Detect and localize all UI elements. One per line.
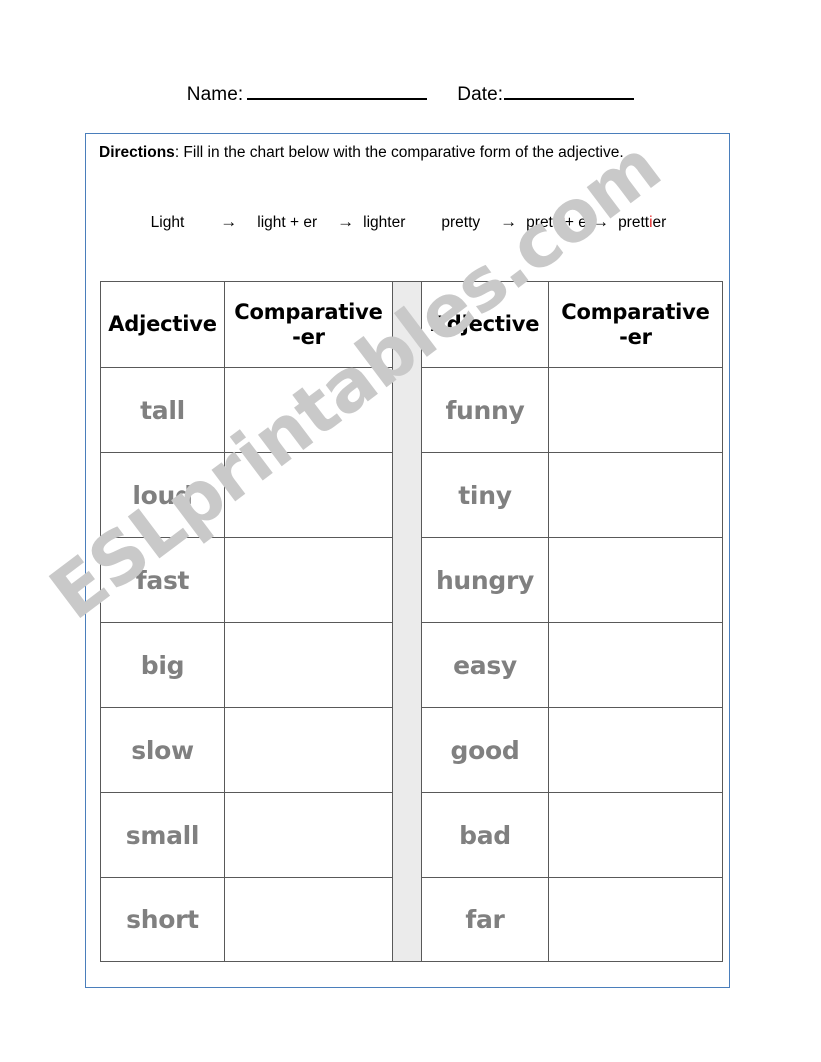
adjective-word: fast xyxy=(135,565,190,595)
adjective-word: bad xyxy=(459,820,511,850)
header-label-comparative: Comparative -er xyxy=(234,300,383,349)
table-row: tiny xyxy=(421,452,723,537)
table-row: small xyxy=(100,792,393,877)
adjective-cell-short: short xyxy=(100,877,224,962)
example2-result-stem: prett xyxy=(618,214,650,231)
adjective-word: small xyxy=(125,820,200,850)
header-cell-comparative-right: Comparative -er xyxy=(548,281,723,367)
chart-left-half: Adjective Comparative -er tall loud fast… xyxy=(100,281,393,962)
date-label: Date: xyxy=(457,84,504,105)
adjective-word: slow xyxy=(131,735,194,765)
adjective-cell-slow: slow xyxy=(100,707,224,792)
answer-cell-funny[interactable] xyxy=(548,367,723,452)
header-cell-comparative-left: Comparative -er xyxy=(224,281,393,367)
example2-middle-suffix: + er xyxy=(564,214,593,231)
adjective-cell-tiny: tiny xyxy=(421,452,548,537)
table-row: funny xyxy=(421,367,723,452)
adjective-cell-small: small xyxy=(100,792,224,877)
adjective-word: funny xyxy=(445,395,525,425)
adjective-cell-funny: funny xyxy=(421,367,548,452)
answer-cell-hungry[interactable] xyxy=(548,537,723,622)
answer-cell-big[interactable] xyxy=(224,622,393,707)
answer-cell-slow[interactable] xyxy=(224,707,393,792)
adjective-word: loud xyxy=(132,480,193,510)
arrow-right-icon: → xyxy=(337,212,355,231)
example2-word: pretty xyxy=(441,214,481,231)
table-row: far xyxy=(421,877,723,962)
adjective-cell-bad: bad xyxy=(421,792,548,877)
arrow-right-icon: → xyxy=(592,212,610,231)
answer-cell-tall[interactable] xyxy=(224,367,393,452)
example1-result: lighter xyxy=(363,214,406,231)
answer-cell-easy[interactable] xyxy=(548,622,723,707)
arrow-right-icon: → xyxy=(220,212,238,231)
date-write-line[interactable] xyxy=(504,84,635,100)
header-comparative-line1: Comparative xyxy=(234,300,383,325)
table-row: loud xyxy=(100,452,393,537)
header-comparative-line2: -er xyxy=(292,324,325,349)
adjective-cell-loud: loud xyxy=(100,452,224,537)
table-row: slow xyxy=(100,707,393,792)
example1-middle: light + er xyxy=(257,214,318,231)
table-row: bad xyxy=(421,792,723,877)
adjective-word: far xyxy=(465,905,505,934)
name-label: Name: xyxy=(186,84,244,105)
table-row: hungry xyxy=(421,537,723,622)
example2-middle-stem: prett xyxy=(526,214,558,231)
directions-bold-label: Directions xyxy=(99,144,175,161)
example1-word: Light xyxy=(150,214,185,231)
adjective-cell-easy: easy xyxy=(421,622,548,707)
answer-cell-bad[interactable] xyxy=(548,792,723,877)
header-cell-adjective-right: Adjective xyxy=(421,281,548,367)
header-label-adjective: Adjective xyxy=(430,312,540,337)
example2-middle-highlight: y xyxy=(557,214,565,231)
worksheet-page: Name: Date: Directions: Fill in the char… xyxy=(0,0,821,1062)
worksheet-panel: Directions: Fill in the chart below with… xyxy=(85,133,730,988)
name-date-row: Name: Date: xyxy=(0,84,821,106)
header-comparative-line2: -er xyxy=(619,324,652,349)
directions-line: Directions: Fill in the chart below with… xyxy=(99,144,624,162)
example2-result-suffix: er xyxy=(652,214,667,231)
header-label-adjective: Adjective xyxy=(108,312,217,337)
name-write-line[interactable] xyxy=(247,84,428,100)
answer-cell-tiny[interactable] xyxy=(548,452,723,537)
header-cell-adjective-left: Adjective xyxy=(100,281,224,367)
adjective-word: easy xyxy=(453,650,517,680)
answer-cell-far[interactable] xyxy=(548,877,723,962)
adjective-word: good xyxy=(450,735,520,765)
adjective-cell-fast: fast xyxy=(100,537,224,622)
adjective-cell-far: far xyxy=(421,877,548,962)
answer-cell-small[interactable] xyxy=(224,792,393,877)
table-row: easy xyxy=(421,622,723,707)
adjective-word: short xyxy=(126,905,199,934)
arrow-right-icon: → xyxy=(500,212,518,231)
adjective-word: tiny xyxy=(458,480,512,510)
comparative-chart: Adjective Comparative -er tall loud fast… xyxy=(100,281,723,962)
table-row: tall xyxy=(100,367,393,452)
directions-text: : Fill in the chart below with the compa… xyxy=(174,144,624,161)
adjective-word: tall xyxy=(140,395,185,425)
answer-cell-short[interactable] xyxy=(224,877,393,962)
adjective-cell-hungry: hungry xyxy=(421,537,548,622)
table-row: good xyxy=(421,707,723,792)
answer-cell-fast[interactable] xyxy=(224,537,393,622)
adjective-cell-big: big xyxy=(100,622,224,707)
table-row: fast xyxy=(100,537,393,622)
answer-cell-loud[interactable] xyxy=(224,452,393,537)
answer-cell-good[interactable] xyxy=(548,707,723,792)
adjective-word: hungry xyxy=(435,565,535,595)
table-header-row: Adjective Comparative -er xyxy=(100,281,393,367)
header-label-comparative: Comparative -er xyxy=(561,300,710,349)
header-comparative-line1: Comparative xyxy=(561,300,710,325)
adjective-word: big xyxy=(140,650,185,680)
chart-right-half: Adjective Comparative -er funny tiny hun… xyxy=(421,281,723,962)
example-line: Light → light + er → lighter pretty → pretty + … xyxy=(86,212,731,232)
table-row: big xyxy=(100,622,393,707)
table-row: short xyxy=(100,877,393,962)
chart-center-gap xyxy=(393,281,421,962)
table-header-row: Adjective Comparative -er xyxy=(421,281,723,367)
adjective-cell-good: good xyxy=(421,707,548,792)
adjective-cell-tall: tall xyxy=(100,367,224,452)
